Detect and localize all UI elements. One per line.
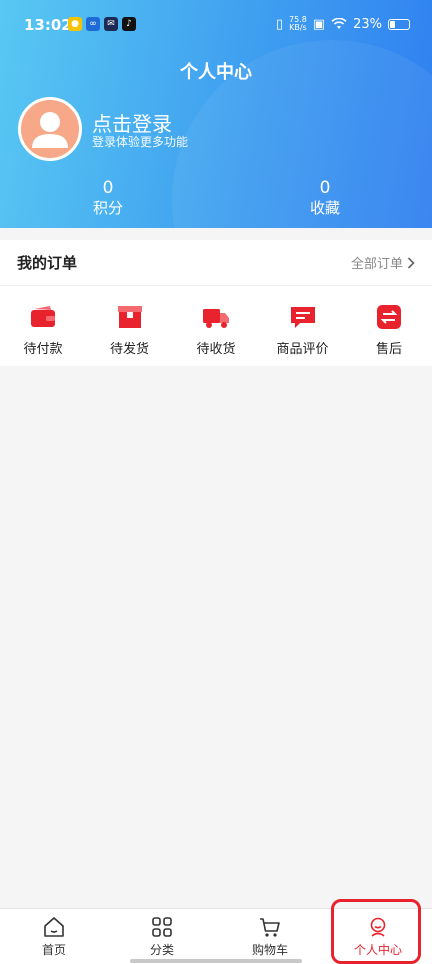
system-status: ▯ 75.8 KB/s ▣ 23% bbox=[276, 16, 410, 32]
home-indicator[interactable] bbox=[130, 959, 302, 963]
notification-icons: ● ∞ ✉ ♪ bbox=[68, 17, 136, 31]
nav-label: 购物车 bbox=[251, 943, 288, 957]
login-subtitle: 登录体验更多功能 bbox=[92, 135, 189, 149]
order-pending-payment[interactable]: 待付款 bbox=[0, 302, 86, 357]
page-title: 个人中心 bbox=[180, 62, 252, 83]
order-label: 商品评价 bbox=[276, 342, 329, 357]
order-pending-receipt[interactable]: 待收货 bbox=[173, 302, 259, 357]
profile-header: 13:02 ● ∞ ✉ ♪ ▯ 75.8 KB/s ▣ 23% 个人中心 点击登… bbox=[0, 0, 432, 228]
nav-home[interactable]: 首页 bbox=[0, 909, 108, 964]
orders-header: 我的订单 全部订单 bbox=[0, 240, 432, 286]
cart-icon bbox=[260, 918, 280, 937]
battery-percent: 23% bbox=[353, 16, 382, 32]
nav-category[interactable]: 分类 bbox=[108, 909, 216, 964]
order-label: 待收货 bbox=[196, 342, 236, 357]
truck-icon bbox=[203, 309, 229, 328]
order-label: 待发货 bbox=[109, 342, 149, 357]
order-after-sales[interactable]: 售后 bbox=[346, 302, 432, 357]
favorites-label: 收藏 bbox=[309, 199, 340, 217]
nav-label: 分类 bbox=[149, 943, 174, 957]
order-label: 待付款 bbox=[23, 342, 63, 357]
mail-icon: ✉ bbox=[104, 17, 118, 31]
all-orders-label: 全部订单 bbox=[350, 257, 403, 272]
bottom-nav: 首页 分类 购物车 个人中心 bbox=[0, 908, 432, 964]
profile-icon bbox=[370, 917, 386, 937]
vibrate-icon: ▯ bbox=[275, 16, 283, 32]
wifi-icon bbox=[331, 18, 347, 29]
all-orders-link[interactable]: 全部订单 bbox=[351, 253, 415, 272]
order-review[interactable]: 商品评价 bbox=[260, 302, 346, 357]
order-label: 售后 bbox=[375, 342, 402, 357]
net-speed-unit: KB/s bbox=[289, 23, 307, 32]
comment-icon bbox=[290, 307, 315, 328]
status-time: 13:02 bbox=[24, 16, 72, 34]
order-status-row: 待付款 待发货 待收货 商品评价 售后 bbox=[0, 286, 432, 357]
exchange-icon bbox=[377, 305, 401, 329]
home-icon bbox=[44, 917, 64, 937]
order-pending-shipment[interactable]: 待发货 bbox=[87, 302, 173, 357]
nav-profile[interactable]: 个人中心 bbox=[324, 909, 432, 964]
points-stat[interactable]: 0 积分 bbox=[63, 178, 153, 218]
nav-label: 首页 bbox=[41, 943, 66, 957]
points-label: 积分 bbox=[92, 199, 123, 217]
grid-icon bbox=[152, 917, 172, 937]
chevron-right-icon bbox=[407, 256, 415, 269]
points-value: 0 bbox=[102, 178, 114, 198]
favorites-stat[interactable]: 0 收藏 bbox=[280, 178, 370, 218]
avatar[interactable] bbox=[18, 97, 82, 161]
orders-title: 我的订单 bbox=[17, 254, 78, 272]
nav-label: 个人中心 bbox=[353, 943, 402, 957]
tiktok-icon: ♪ bbox=[122, 17, 136, 31]
weibo-icon: ● bbox=[68, 17, 82, 31]
net-speed: 75.8 KB/s bbox=[289, 16, 307, 32]
nav-cart[interactable]: 购物车 bbox=[216, 909, 324, 964]
user-avatar-icon bbox=[32, 112, 68, 148]
favorites-value: 0 bbox=[319, 178, 331, 198]
my-orders-card: 我的订单 全部订单 待付款 待发货 待收货 商品评价 售后 bbox=[0, 240, 432, 366]
link-app-icon: ∞ bbox=[86, 17, 100, 31]
package-icon bbox=[117, 306, 142, 328]
no-sim-icon: ▣ bbox=[312, 16, 326, 32]
status-bar: 13:02 ● ∞ ✉ ♪ ▯ 75.8 KB/s ▣ 23% bbox=[0, 0, 432, 48]
wallet-icon bbox=[31, 306, 55, 327]
battery-icon bbox=[388, 18, 410, 30]
